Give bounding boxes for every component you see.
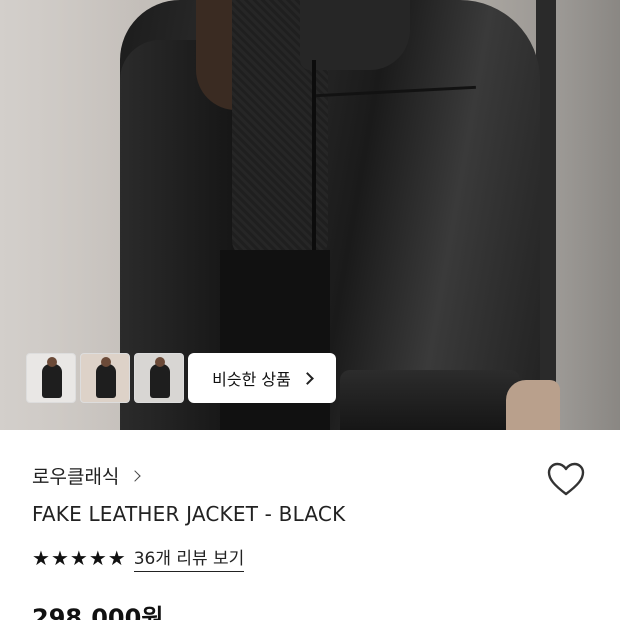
star-icon: ★ [107,546,126,570]
product-title: FAKE LEATHER JACKET - BLACK [32,502,346,526]
rating-row: ★ ★ ★ ★ ★ 36개 리뷰 보기 [32,544,245,572]
heart-outline-icon[interactable] [546,460,586,500]
thumbnail-2[interactable] [80,353,130,403]
brand-name: 로우클래식 [32,466,120,488]
image-hand [506,380,560,430]
thumbnail-figure [150,364,170,398]
rating-stars: ★ ★ ★ ★ ★ [32,548,126,568]
thumbnail-1[interactable] [26,353,76,403]
image-pants [220,250,330,430]
review-link[interactable]: 36개 리뷰 보기 [133,544,245,572]
thumbnail-head [155,357,165,367]
similar-products-label: 비슷한 상품 [212,370,291,389]
image-door [556,0,620,430]
chevron-right-icon [300,371,314,385]
thumbnail-head [101,357,111,367]
star-icon: ★ [32,546,50,570]
brand-link[interactable]: 로우클래식 [32,462,142,489]
image-bag [340,370,520,430]
thumbnail-strip [26,353,184,403]
image-collar [300,0,410,70]
star-icon: ★ [69,546,88,570]
thumbnail-figure [42,364,62,398]
chevron-right-icon [129,469,142,482]
thumbnail-head [47,357,57,367]
star-icon: ★ [88,546,107,570]
product-image[interactable]: 비슷한 상품 [0,0,620,430]
thumbnail-figure [96,364,116,398]
similar-products-button[interactable]: 비슷한 상품 [188,353,336,403]
star-icon: ★ [50,546,69,570]
product-price: 298,000원 [32,604,164,620]
thumbnail-3[interactable] [134,353,184,403]
